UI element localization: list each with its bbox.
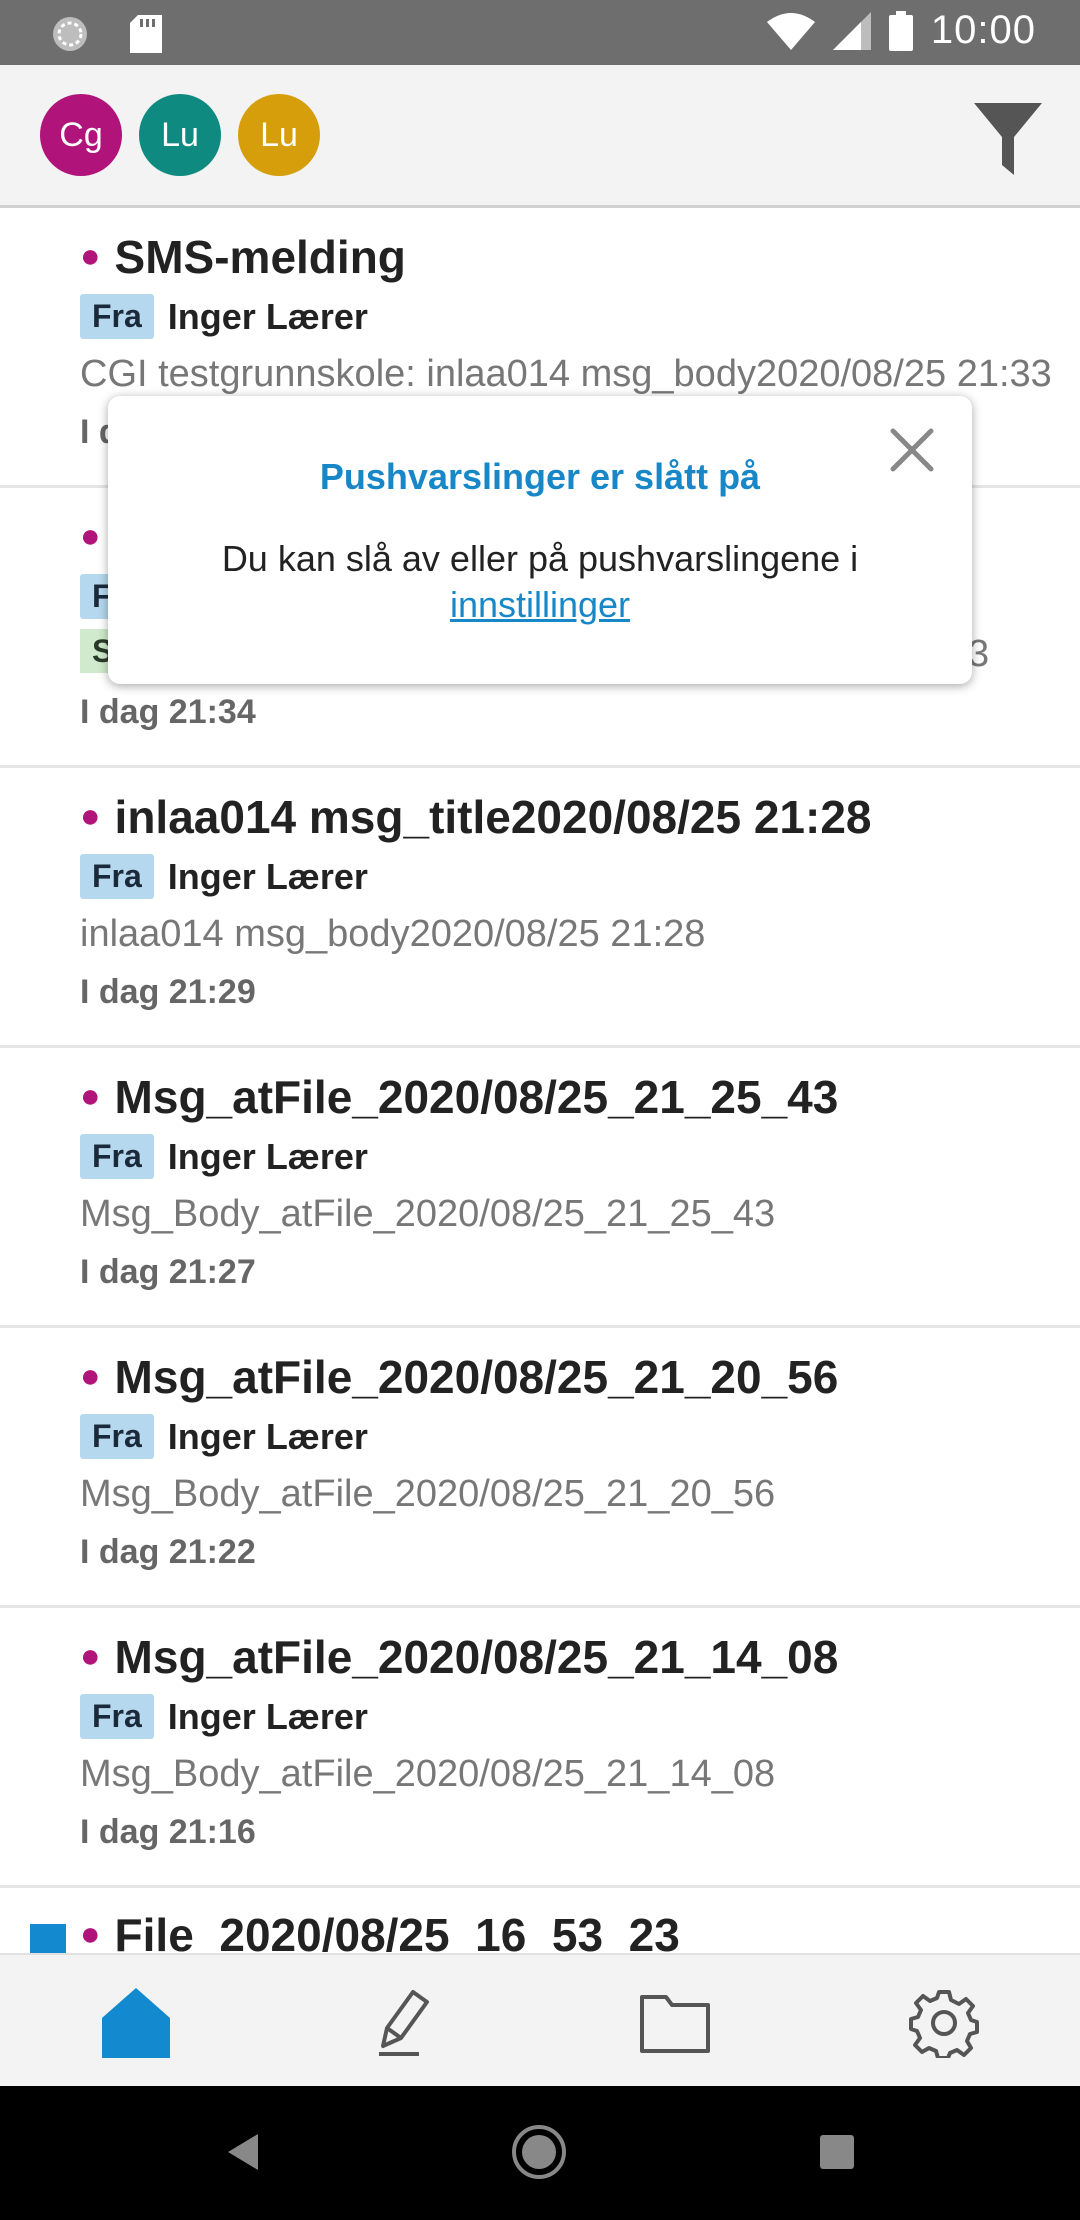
avatar-1[interactable]: Lu bbox=[139, 94, 221, 176]
unread-dot: ● bbox=[80, 237, 101, 276]
unread-dot: ● bbox=[80, 1637, 101, 1676]
message-title: ● File_2020/08/25_16_53_23 bbox=[80, 1908, 680, 1953]
message-from: Fra Inger Lærer bbox=[80, 1414, 368, 1459]
list-item[interactable]: ● inlaa014 msg_title2020/08/25 21:28 Fra … bbox=[0, 768, 1080, 1048]
pen-icon bbox=[379, 1990, 429, 2056]
bottom-navigation bbox=[0, 1953, 1080, 2088]
unread-dot: ● bbox=[80, 1357, 101, 1396]
list-item[interactable]: ● Msg_atFile_2020/08/25_21_14_08 Fra Inge… bbox=[0, 1608, 1080, 1888]
recents-icon[interactable] bbox=[807, 2122, 867, 2182]
message-date: I dag 21:34 bbox=[80, 693, 256, 731]
app-header: Cg Lu Lu bbox=[0, 65, 1080, 208]
unread-dot: ● bbox=[80, 1077, 101, 1116]
sync-icon bbox=[53, 17, 87, 51]
message-from: Fra Inger Lærer bbox=[80, 1134, 368, 1179]
sender-name: Inger Lærer bbox=[167, 1415, 368, 1457]
status-bar: 10:00 bbox=[0, 0, 1080, 65]
avatar-group: Cg Lu Lu bbox=[40, 94, 320, 176]
avatar-initials: Lu bbox=[260, 115, 298, 154]
unread-dot: ● bbox=[80, 517, 101, 556]
message-title: ● Msg_atFile_2020/08/25_21_25_43 bbox=[80, 1070, 838, 1124]
message-title: ● SMS-melding bbox=[80, 230, 406, 284]
message-title-text: SMS-melding bbox=[114, 231, 406, 283]
message-date: I dag 21:16 bbox=[80, 1813, 256, 1851]
list-item[interactable]: ● File_2020/08/25_16_53_23 bbox=[0, 1888, 1080, 1953]
message-title-text: Msg_atFile_2020/08/25_21_25_43 bbox=[114, 1071, 839, 1123]
sender-name: Inger Lærer bbox=[167, 295, 368, 337]
dialog-text: Du kan slå av eller på pushvarslingene i… bbox=[108, 536, 972, 628]
from-badge: Fra bbox=[80, 294, 154, 339]
message-title: ● inlaa014 msg_title2020/08/25 21:28 bbox=[80, 790, 872, 844]
nav-settings[interactable] bbox=[904, 1983, 984, 2063]
avatar-0[interactable]: Cg bbox=[40, 94, 122, 176]
system-navigation bbox=[0, 2086, 1080, 2220]
home-icon bbox=[102, 1988, 170, 2058]
message-date: I dag 21:22 bbox=[80, 1533, 256, 1571]
unread-dot: ● bbox=[80, 797, 101, 836]
settings-link[interactable]: innstillinger bbox=[450, 584, 630, 625]
gear-icon bbox=[909, 1990, 979, 2058]
from-badge: Fra bbox=[80, 1134, 154, 1179]
message-from: Fra Inger Lærer bbox=[80, 1694, 368, 1739]
avatar-2[interactable]: Lu bbox=[238, 94, 320, 176]
from-badge: Fra bbox=[80, 1414, 154, 1459]
sender-name: Inger Lærer bbox=[167, 1135, 368, 1177]
message-title-text: File_2020/08/25_16_53_23 bbox=[114, 1909, 680, 1953]
wifi-icon bbox=[766, 12, 815, 50]
sd-card-icon bbox=[130, 15, 162, 53]
battery-icon bbox=[888, 10, 913, 51]
message-title: ● Msg_atFile_2020/08/25_21_14_08 bbox=[80, 1630, 838, 1684]
nav-home[interactable] bbox=[96, 1983, 176, 2063]
push-notification-dialog: Pushvarslinger er slått på Du kan slå av… bbox=[108, 396, 972, 684]
from-badge: Fra bbox=[80, 1694, 154, 1739]
dialog-text-body: Du kan slå av eller på pushvarslingene i bbox=[221, 538, 859, 579]
home-circle-icon[interactable] bbox=[509, 2122, 569, 2182]
signal-icon bbox=[832, 11, 871, 50]
sender-name: Inger Lærer bbox=[167, 855, 368, 897]
nav-compose[interactable] bbox=[363, 1983, 443, 2063]
close-button[interactable] bbox=[890, 428, 934, 472]
message-from: Fra Inger Lærer bbox=[80, 294, 368, 339]
list-item[interactable]: ● Msg_atFile_2020/08/25_21_20_56 Fra Inge… bbox=[0, 1328, 1080, 1608]
folder-icon bbox=[640, 1995, 710, 2053]
message-title-text: Msg_atFile_2020/08/25_21_20_56 bbox=[114, 1351, 839, 1403]
avatar-initials: Cg bbox=[59, 115, 103, 154]
filter-icon bbox=[974, 103, 1042, 175]
clock: 10:00 bbox=[930, 8, 1036, 52]
from-badge: Fra bbox=[80, 854, 154, 899]
filter-button[interactable] bbox=[974, 103, 1042, 175]
message-from: Fra Inger Lærer bbox=[80, 854, 368, 899]
sender-name: Inger Lærer bbox=[167, 1695, 368, 1737]
message-title-text: Msg_atFile_2020/08/25_21_14_08 bbox=[114, 1631, 839, 1683]
back-icon[interactable] bbox=[214, 2122, 274, 2182]
message-date: I dag 21:29 bbox=[80, 973, 256, 1011]
message-preview: Msg_Body_atFile_2020/08/25_21_20_56 bbox=[80, 1473, 776, 1515]
message-preview: Msg_Body_atFile_2020/08/25_21_25_43 bbox=[80, 1193, 776, 1235]
message-date: I dag 21:27 bbox=[80, 1253, 256, 1291]
message-title: ● Msg_atFile_2020/08/25_21_20_56 bbox=[80, 1350, 838, 1404]
message-preview: inlaa014 msg_body2020/08/25 21:28 bbox=[80, 913, 706, 955]
message-preview: Msg_Body_atFile_2020/08/25_21_14_08 bbox=[80, 1753, 776, 1795]
nav-files[interactable] bbox=[635, 1983, 715, 2063]
close-icon bbox=[890, 428, 934, 472]
message-title-text: inlaa014 msg_title2020/08/25 21:28 bbox=[114, 791, 872, 843]
message-preview: CGI testgrunnskole: inlaa014 msg_body202… bbox=[80, 353, 1052, 395]
dialog-title: Pushvarslinger er slått på bbox=[319, 456, 761, 497]
avatar-initials: Lu bbox=[161, 115, 199, 154]
attachment-marker bbox=[30, 1924, 66, 1953]
list-item[interactable]: ● Msg_atFile_2020/08/25_21_25_43 Fra Inge… bbox=[0, 1048, 1080, 1328]
unread-dot: ● bbox=[80, 1915, 101, 1953]
